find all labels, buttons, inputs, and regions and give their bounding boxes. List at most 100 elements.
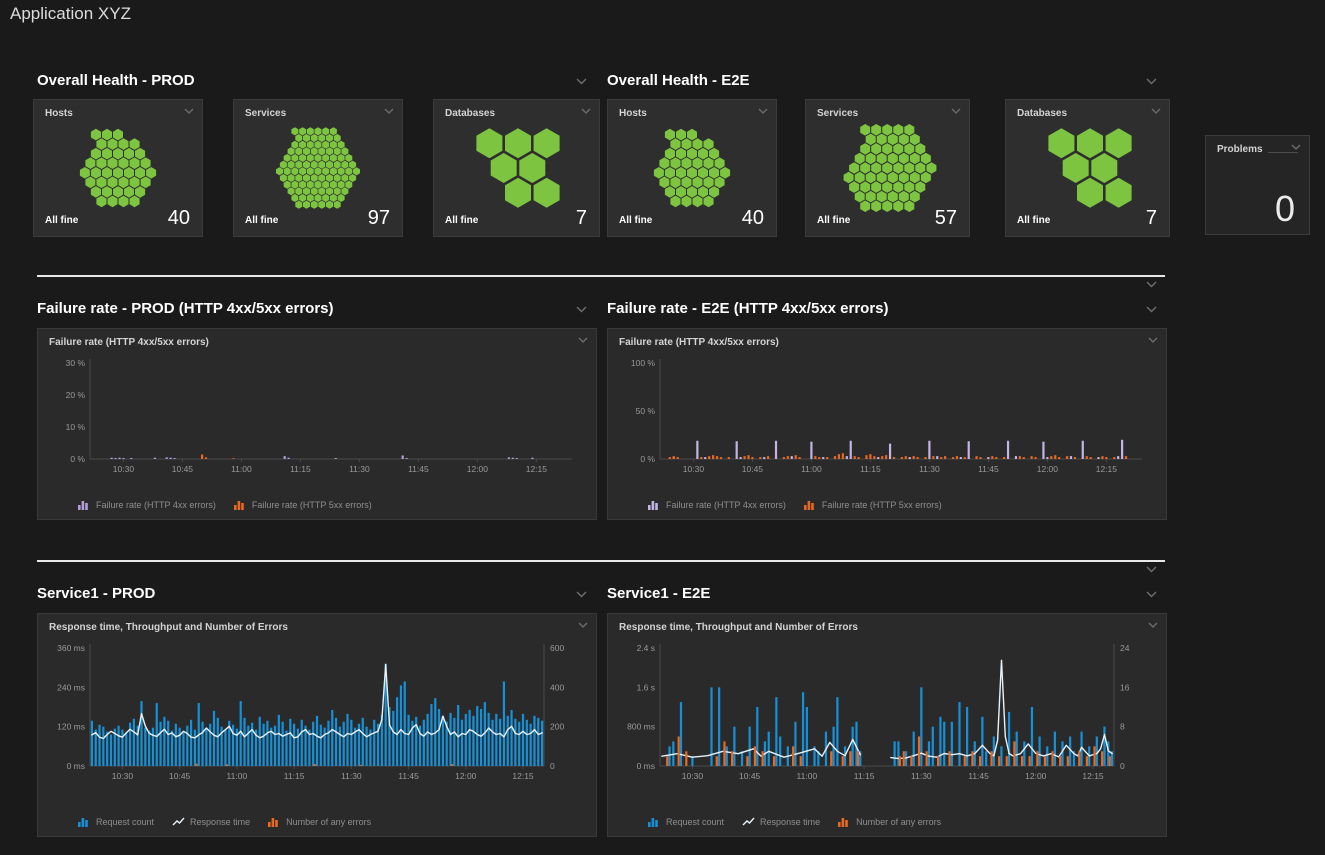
svg-text:10:45: 10:45 <box>742 464 764 474</box>
chevron-down-icon[interactable] <box>184 108 194 114</box>
svg-text:10:30: 10:30 <box>112 771 134 781</box>
section-title-service-e2e: Service1 - E2E <box>607 585 710 602</box>
chart-title: Response time, Throughput and Number of … <box>619 622 858 633</box>
svg-text:10 %: 10 % <box>66 422 86 432</box>
legend-item[interactable]: Failure rate (HTTP 5xx errors) <box>234 500 372 510</box>
chevron-down-icon[interactable] <box>384 108 394 114</box>
chevron-down-icon[interactable] <box>1146 78 1157 85</box>
problems-count: 0 <box>1275 188 1295 230</box>
legend-label: Failure rate (HTTP 5xx errors) <box>252 500 372 510</box>
legend-item[interactable]: Response time <box>172 817 250 827</box>
line-series-icon <box>172 817 185 827</box>
chevron-down-icon[interactable] <box>578 622 588 628</box>
failure-rate-e2e-chart: 0 %50 %100 %10:3010:4511:0011:1511:3011:… <box>614 353 1158 487</box>
legend-item[interactable]: Failure rate (HTTP 4xx errors) <box>648 500 786 510</box>
svg-text:12:00: 12:00 <box>1025 771 1047 781</box>
legend-item[interactable]: Failure rate (HTTP 4xx errors) <box>78 500 216 510</box>
chart-tile-failure-prod[interactable]: Failure rate (HTTP 4xx/5xx errors) 0 %10… <box>37 328 597 520</box>
svg-text:120 ms: 120 ms <box>57 722 85 732</box>
chevron-down-icon[interactable] <box>1148 337 1158 343</box>
honeycomb-status-graphic <box>608 120 776 216</box>
health-tile-title: Databases <box>445 108 495 119</box>
svg-text:200: 200 <box>550 722 564 732</box>
service-e2e-chart: 0 ms800 ms1.6 s2.4 s08162410:3010:4511:0… <box>614 638 1158 798</box>
svg-text:0: 0 <box>550 761 555 771</box>
health-tile-services-prod[interactable]: Services All fine 97 <box>233 99 403 237</box>
legend-item[interactable]: Response time <box>742 817 820 827</box>
health-tile-title: Services <box>245 108 286 119</box>
legend-label: Number of any errors <box>856 817 941 827</box>
chart-title: Failure rate (HTTP 4xx/5xx errors) <box>619 337 779 348</box>
chart-legend: Request count Response time Number of any … <box>78 817 371 827</box>
legend-item[interactable]: Number of any errors <box>838 817 941 827</box>
chevron-down-icon[interactable] <box>951 108 961 114</box>
health-count: 40 <box>168 207 190 230</box>
chevron-down-icon[interactable] <box>758 108 768 114</box>
svg-text:11:15: 11:15 <box>854 771 875 781</box>
legend-item[interactable]: Number of any errors <box>268 817 371 827</box>
svg-text:0: 0 <box>1120 761 1125 771</box>
chevron-down-icon[interactable] <box>578 337 588 343</box>
svg-text:30 %: 30 % <box>66 358 86 368</box>
chevron-down-icon[interactable] <box>576 306 587 313</box>
svg-text:16: 16 <box>1120 682 1130 692</box>
health-tile-title: Services <box>817 108 858 119</box>
svg-text:10:30: 10:30 <box>113 464 135 474</box>
chevron-down-icon[interactable] <box>1146 306 1157 313</box>
chevron-down-icon[interactable] <box>1146 281 1157 288</box>
svg-text:11:00: 11:00 <box>797 771 818 781</box>
honeycomb-status-graphic <box>34 120 202 216</box>
legend-item[interactable]: Failure rate (HTTP 5xx errors) <box>804 500 942 510</box>
problems-sparkline <box>1268 152 1298 153</box>
health-tile-title: Hosts <box>619 108 647 119</box>
health-tile-hosts-prod[interactable]: Hosts All fine 40 <box>33 99 203 237</box>
chevron-down-icon[interactable] <box>1146 566 1157 573</box>
svg-text:10:45: 10:45 <box>172 464 194 474</box>
legend-label: Number of any errors <box>286 817 371 827</box>
bar-series-icon <box>804 500 817 510</box>
svg-text:11:45: 11:45 <box>408 464 429 474</box>
svg-text:11:00: 11:00 <box>231 464 252 474</box>
legend-label: Failure rate (HTTP 5xx errors) <box>822 500 942 510</box>
chart-tile-service-e2e[interactable]: Response time, Throughput and Number of … <box>607 613 1167 837</box>
health-tile-databases-e2e[interactable]: Databases All fine 7 <box>1005 99 1170 237</box>
svg-text:400: 400 <box>550 682 564 692</box>
chevron-down-icon[interactable] <box>1146 591 1157 598</box>
svg-text:20 %: 20 % <box>66 390 86 400</box>
legend-item[interactable]: Request count <box>648 817 724 827</box>
svg-text:24: 24 <box>1120 643 1130 653</box>
svg-text:2.4 s: 2.4 s <box>637 643 655 653</box>
svg-text:240 ms: 240 ms <box>57 682 85 692</box>
svg-text:11:15: 11:15 <box>284 771 305 781</box>
legend-item[interactable]: Request count <box>78 817 154 827</box>
chevron-down-icon[interactable] <box>1151 108 1161 114</box>
section-divider <box>37 560 1165 562</box>
svg-text:12:00: 12:00 <box>455 771 477 781</box>
chart-tile-service-prod[interactable]: Response time, Throughput and Number of … <box>37 613 597 837</box>
problems-tile-title: Problems <box>1217 144 1263 155</box>
chevron-down-icon[interactable] <box>581 108 591 114</box>
chart-tile-failure-e2e[interactable]: Failure rate (HTTP 4xx/5xx errors) 0 %50… <box>607 328 1167 520</box>
bar-series-icon <box>648 817 661 827</box>
section-title-health-e2e: Overall Health - E2E <box>607 72 750 89</box>
svg-text:11:30: 11:30 <box>341 771 362 781</box>
svg-text:600: 600 <box>550 643 564 653</box>
chevron-down-icon[interactable] <box>1148 622 1158 628</box>
chevron-down-icon[interactable] <box>1291 144 1301 150</box>
health-tile-title: Databases <box>1017 108 1067 119</box>
problems-tile[interactable]: Problems 0 <box>1205 135 1310 235</box>
health-tile-services-e2e[interactable]: Services All fine 57 <box>805 99 970 237</box>
chevron-down-icon[interactable] <box>576 591 587 598</box>
svg-text:11:30: 11:30 <box>349 464 370 474</box>
health-tile-hosts-e2e[interactable]: Hosts All fine 40 <box>607 99 777 237</box>
health-tile-databases-prod[interactable]: Databases All fine 7 <box>433 99 600 237</box>
svg-text:0 ms: 0 ms <box>67 761 85 771</box>
legend-label: Failure rate (HTTP 4xx errors) <box>96 500 216 510</box>
svg-text:12:15: 12:15 <box>512 771 534 781</box>
chevron-down-icon[interactable] <box>576 78 587 85</box>
health-status-text: All fine <box>445 215 478 226</box>
chart-legend: Request count Response time Number of any … <box>648 817 941 827</box>
svg-text:11:15: 11:15 <box>290 464 311 474</box>
section-title-failure-prod: Failure rate - PROD (HTTP 4xx/5xx errors… <box>37 300 334 317</box>
health-count: 97 <box>368 207 390 230</box>
